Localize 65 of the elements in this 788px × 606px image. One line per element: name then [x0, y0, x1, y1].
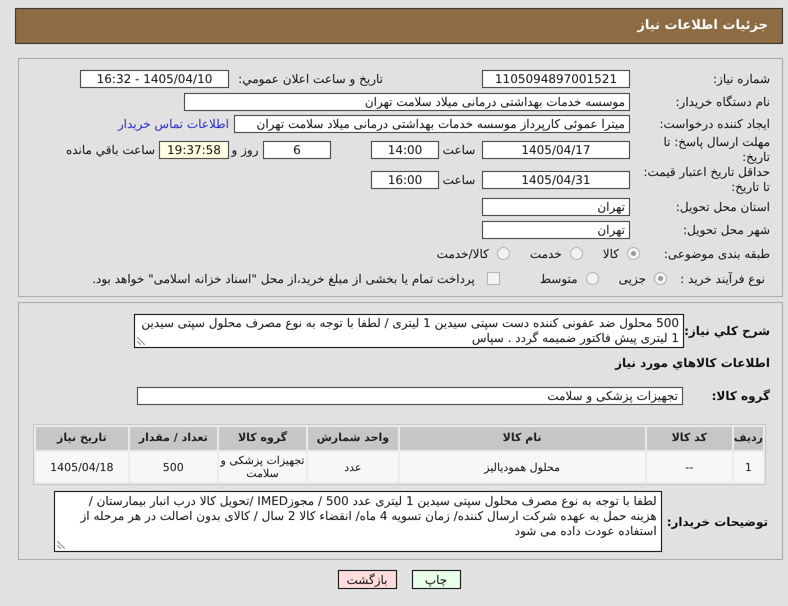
table-header-cell: نام کالا — [400, 427, 645, 450]
table-cell: 500 — [130, 452, 217, 482]
table-header-cell: گروه کالا — [218, 427, 306, 450]
radio-button[interactable] — [570, 247, 583, 260]
section-heading: اطلاعات کالاهاي مورد نياز — [614, 356, 770, 371]
table-header-cell: واحد شمارش — [308, 427, 398, 450]
province-field[interactable]: تهران — [482, 198, 630, 216]
field-label: تاریخ و ساعت اعلان عمومي: — [238, 71, 383, 88]
field-label: شهر محل تحویل: — [682, 222, 770, 238]
field-label: استان محل تحویل: — [674, 198, 770, 216]
checkbox-label: پرداخت تمام یا بخشی از مبلغ خرید،از محل "اسناد خزانه اسلامی" خواهد بود. — [92, 270, 475, 288]
time-field[interactable]: 14:00 — [371, 141, 439, 159]
buyer-org-field[interactable]: موسسه خدمات بهداشتی درمانی میلاد سلامت تهران — [184, 93, 630, 111]
goods-group-field[interactable]: تجهیزات پزشکی و سلامت — [137, 387, 683, 405]
section-label: شرح کلي نیاز: — [684, 323, 770, 340]
table-cell: تجهیزات پزشکی و سلامت — [218, 452, 306, 482]
field-label: ساعت — [442, 172, 476, 189]
date-field[interactable]: 1405/04/31 — [482, 171, 630, 189]
table-header-cell: تاریخ نیاز — [36, 427, 128, 450]
field-label: حداقل تاریخ اعتبار قیمت: تا تاریخ: — [642, 165, 770, 195]
table-header-cell: تعداد / مقدار — [130, 427, 217, 450]
print-button[interactable]: چاپ — [412, 570, 460, 589]
time-field[interactable]: 16:00 — [371, 171, 439, 189]
field-label: روز و — [230, 142, 260, 159]
city-field[interactable]: تهران — [482, 220, 630, 238]
announce-date-field[interactable]: 1405/04/10 - 16:32 — [80, 70, 229, 88]
requester-field[interactable]: میترا عموئی کارپرداز موسسه خدمات بهداشتی درمانی میلاد سلامت تهران — [234, 115, 630, 133]
table-cell: عدد — [308, 452, 398, 482]
field-label: طبقه بندی موضوعی: — [662, 246, 770, 262]
radio-label: متوسط — [540, 270, 578, 288]
field-label: ایجاد کننده درخواست: — [658, 116, 770, 133]
buyer-notes-textarea[interactable]: لطفا با توجه به نوع مصرف محلول سپتی سیدین 1 لیتری عدد 500 / مجوزIMED /تحویل کالا درب انبار بیمارستان / هزینه حمل به عهده شرکت ارسال کننده/ زمان تسویه 4 ماه/ انقضاء کالا 2 سال / کالای بدون اصالت در هر مرحله از استفاده عودت داده می شود — [54, 491, 662, 552]
table-header-cell: کد کالا — [646, 427, 732, 450]
radio-label: جزیی — [618, 270, 646, 288]
back-button[interactable]: بازگشت — [338, 570, 396, 589]
table-cell: 1405/04/18 — [36, 452, 128, 482]
radio-button[interactable] — [496, 247, 510, 260]
field-label: ساعت — [442, 142, 476, 159]
field-label: نوع فرآیند خرید : — [679, 270, 766, 288]
radio-button[interactable] — [627, 247, 640, 260]
need-number-field[interactable]: 1105094897001521 — [482, 70, 630, 88]
radio-button[interactable] — [586, 272, 599, 285]
field-label: شماره نیاز: — [712, 71, 770, 88]
table-cell: -- — [646, 452, 732, 482]
table-cell: 1 — [734, 452, 763, 482]
radio-label: کالا — [602, 246, 619, 262]
table-cell: محلول همودیالیز — [400, 452, 645, 482]
resize-grip-icon[interactable] — [137, 337, 145, 345]
days-field[interactable]: 6 — [263, 141, 331, 159]
radio-button[interactable] — [654, 272, 667, 285]
section-label: توضیحات خریدار: — [666, 514, 769, 530]
radio-label: کالا/خدمت — [436, 246, 489, 262]
field-label: نام دستگاه خریدار: — [674, 94, 770, 111]
checkbox[interactable] — [486, 272, 500, 285]
buyer-contact-link[interactable]: اطلاعات تماس خریدار — [118, 115, 229, 133]
section-label: گروه کالا: — [710, 388, 770, 405]
date-field[interactable]: 1405/04/17 — [482, 141, 630, 159]
description-textarea[interactable]: 500 محلول ضد عفونی کننده دست سپتی سیدین 1 لیتری / لطفا با توجه به نوع مصرف محلول سپتی سیدین 1 لیتری پیش فاکتور ضمیمه گردد . سپاس — [134, 314, 684, 348]
radio-label: خدمت — [530, 246, 562, 262]
field-label: ساعت باقي مانده — [66, 142, 155, 159]
remaining-time-field[interactable]: 19:37:58 — [159, 141, 229, 159]
resize-grip-icon[interactable] — [56, 541, 65, 549]
page-title: جزئیات اطلاعات نیاز — [637, 17, 768, 36]
field-label: مهلت ارسال پاسخ: تا تاریخ: — [662, 135, 770, 165]
table-header-cell: ردیف — [734, 427, 763, 450]
